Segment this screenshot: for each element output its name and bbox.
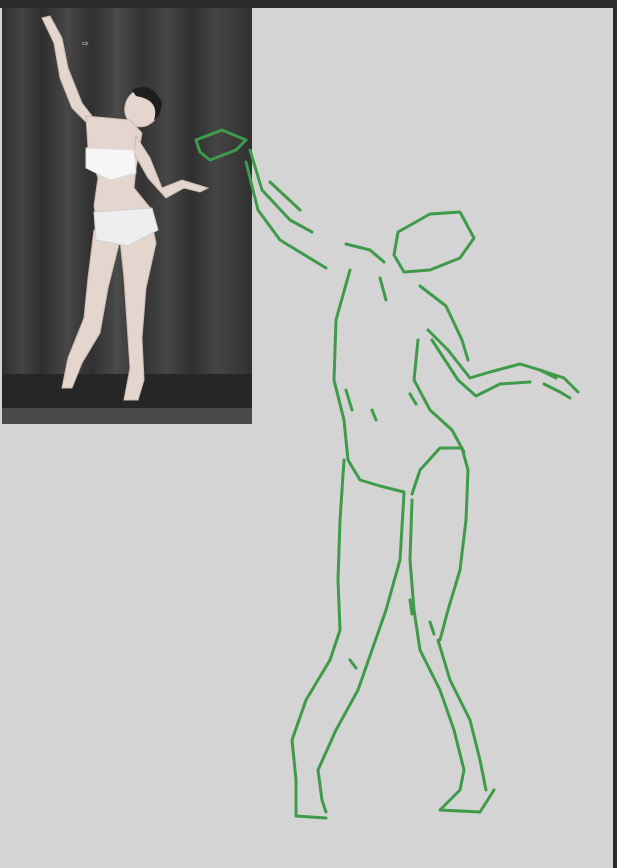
sketch-raised-arm: [194, 128, 328, 270]
gesture-sketch: [194, 128, 580, 820]
arrow-cursor-icon: ⇨: [82, 39, 89, 48]
sketch-left-leg: [290, 458, 406, 820]
sketch-right-leg: [408, 446, 496, 814]
sketch-head: [392, 210, 476, 274]
sketch-right-arm: [426, 328, 580, 400]
sketch-torso: [332, 242, 470, 494]
